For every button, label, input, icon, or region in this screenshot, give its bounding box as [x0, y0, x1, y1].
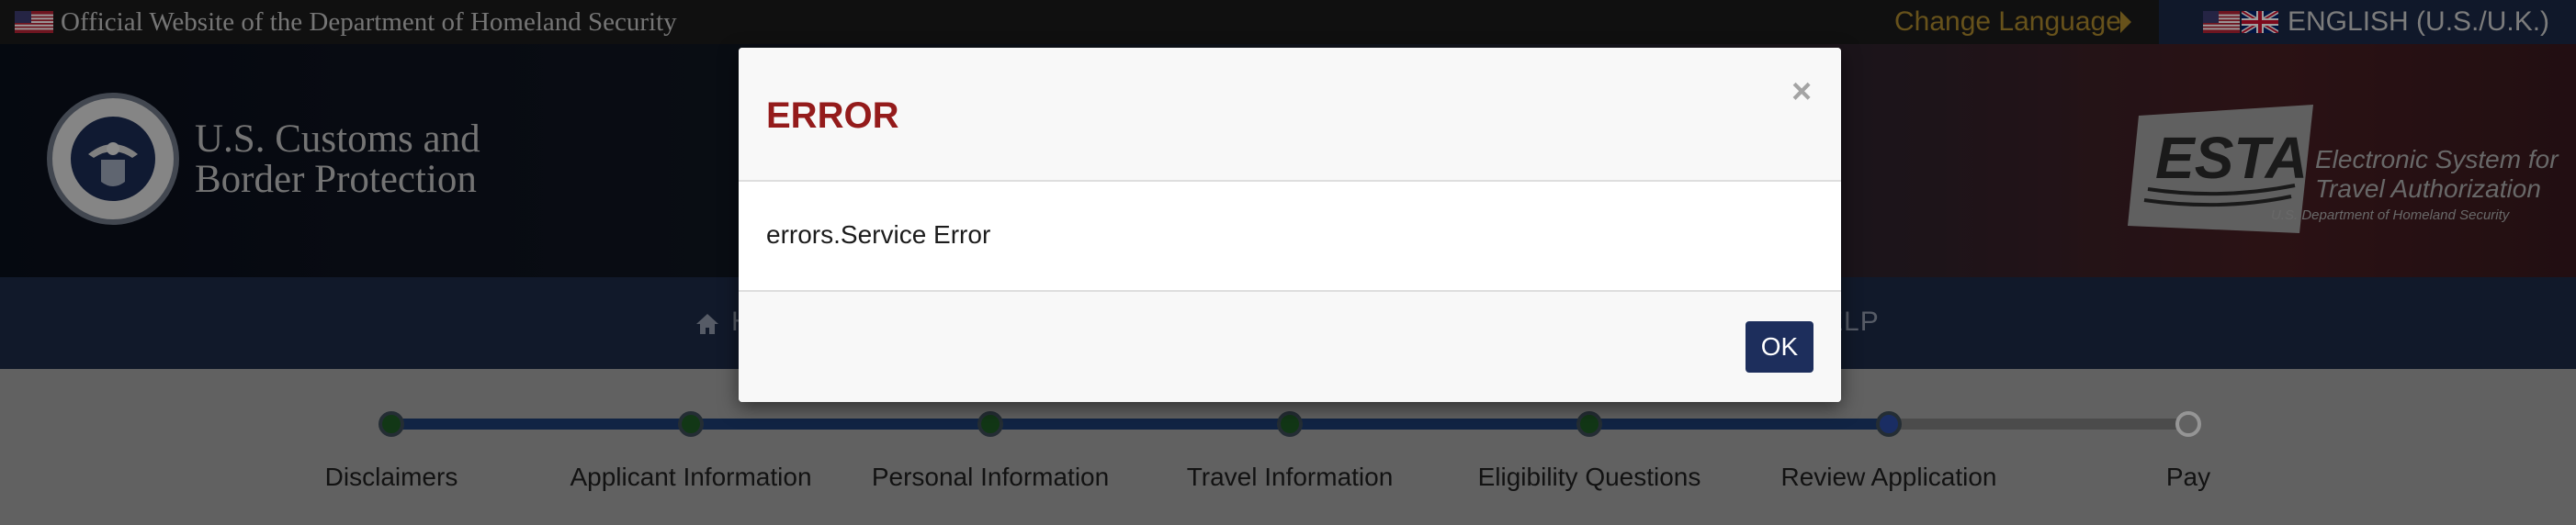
- modal-title: ERROR: [766, 95, 899, 136]
- modal-header: ERROR ×: [739, 48, 1841, 182]
- error-message: errors.Service Error: [766, 220, 991, 249]
- modal-body: errors.Service Error: [739, 184, 1841, 290]
- close-icon[interactable]: ×: [1791, 73, 1812, 110]
- error-modal: ERROR × errors.Service Error OK: [739, 48, 1841, 402]
- modal-footer: OK: [739, 290, 1841, 402]
- ok-button[interactable]: OK: [1746, 321, 1813, 373]
